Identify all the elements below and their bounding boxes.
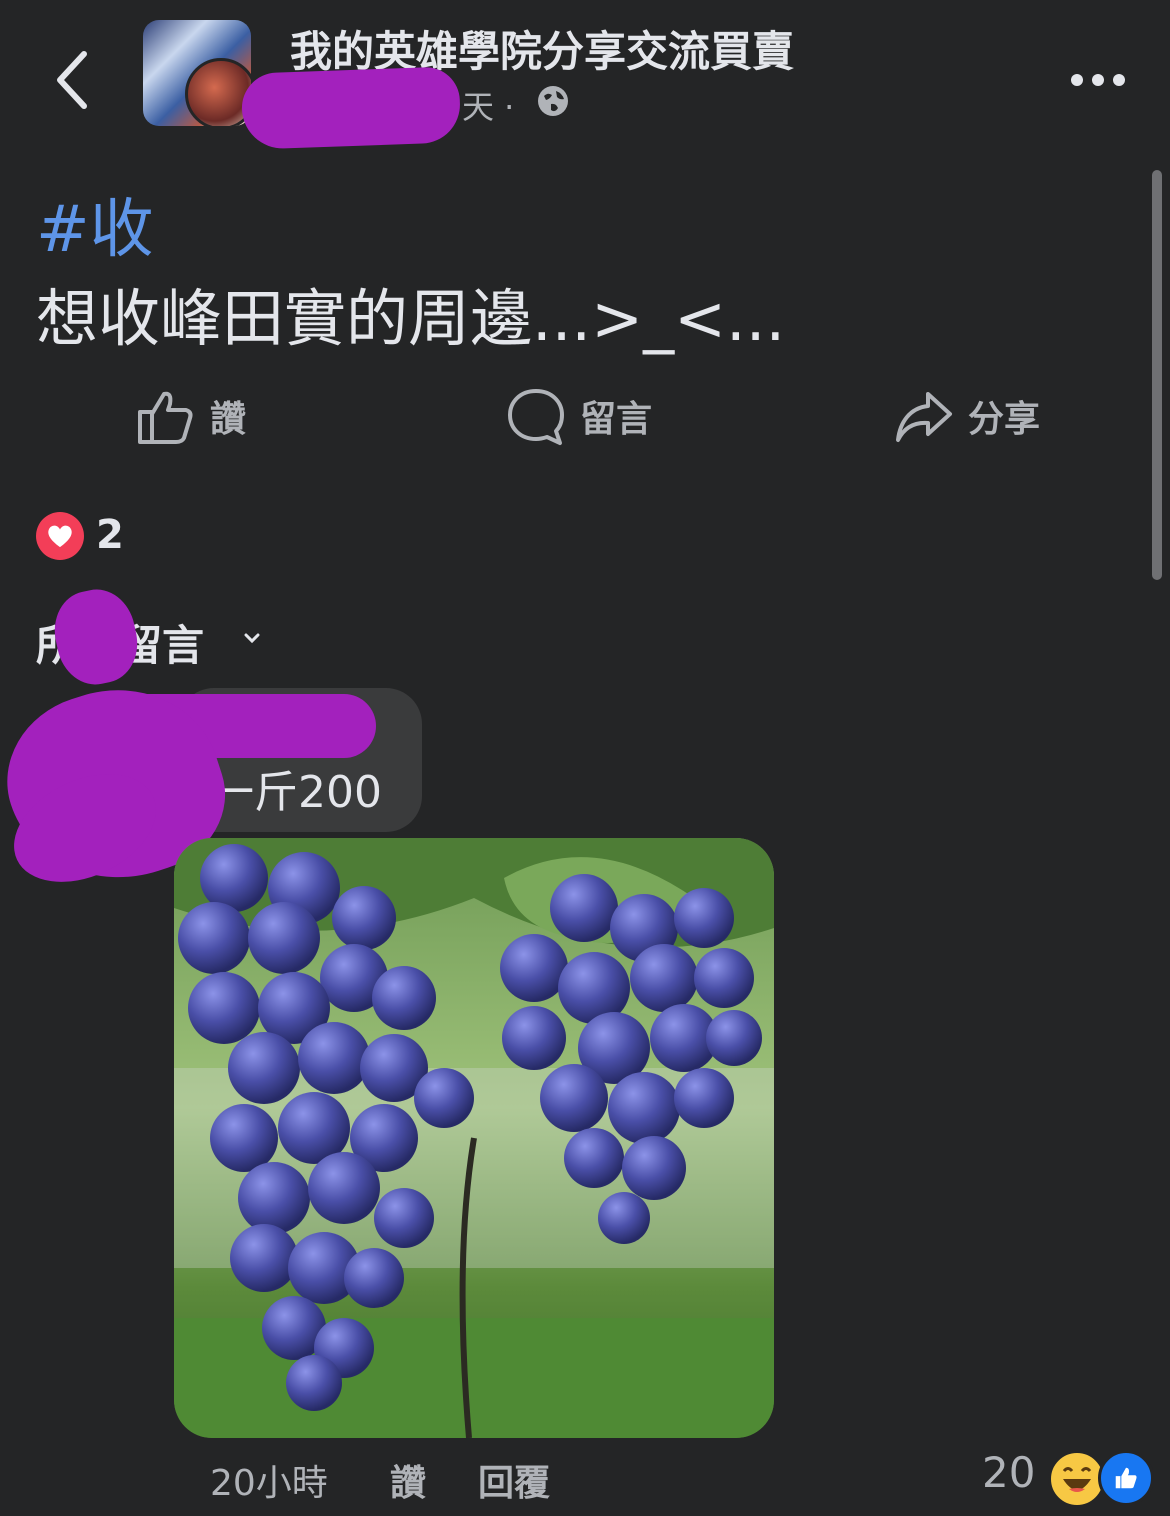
comment-time: 20小時 <box>210 1463 328 1504</box>
like-emoji-icon <box>1098 1450 1154 1506</box>
share-arrow-icon <box>896 392 952 442</box>
comment-like-button[interactable]: 讚 <box>390 1454 426 1506</box>
globe-icon <box>538 86 568 116</box>
post-time: 天 · <box>462 88 515 126</box>
comment-label: 留言 <box>580 399 653 440</box>
heart-reaction-icon[interactable] <box>36 512 84 560</box>
post-text: 想收峰田實的周邊...>_<... <box>36 282 786 355</box>
grapes-photo[interactable] <box>174 838 774 1438</box>
group-avatar[interactable] <box>143 20 251 126</box>
reaction-count[interactable]: 2 <box>96 512 124 558</box>
comment-button[interactable]: 留言 <box>506 384 652 448</box>
redaction-author <box>240 66 462 150</box>
comment-reaction-count[interactable]: 20 <box>982 1448 1035 1497</box>
comment-text: 一斤200 <box>210 767 382 818</box>
chevron-down-icon[interactable] <box>240 626 264 650</box>
post-hashtag[interactable]: #收 <box>36 178 154 270</box>
author-avatar[interactable] <box>185 58 251 126</box>
comment-reply-button[interactable]: 回覆 <box>478 1454 550 1506</box>
share-button[interactable]: 分享 <box>894 384 1040 448</box>
share-label: 分享 <box>968 399 1041 440</box>
like-button[interactable]: 讚 <box>136 384 246 448</box>
more-options-icon[interactable] <box>1068 66 1128 94</box>
thumbs-up-icon <box>138 391 193 444</box>
thumbs-up-filled-icon <box>1115 1467 1137 1489</box>
redaction-sort <box>47 582 145 692</box>
like-label: 讚 <box>210 399 247 440</box>
scrollbar[interactable] <box>1152 170 1162 580</box>
comment-bubble-icon <box>508 389 564 445</box>
heart-icon <box>48 525 72 548</box>
grapes-image <box>174 838 774 1438</box>
back-chevron-icon[interactable] <box>48 48 98 112</box>
